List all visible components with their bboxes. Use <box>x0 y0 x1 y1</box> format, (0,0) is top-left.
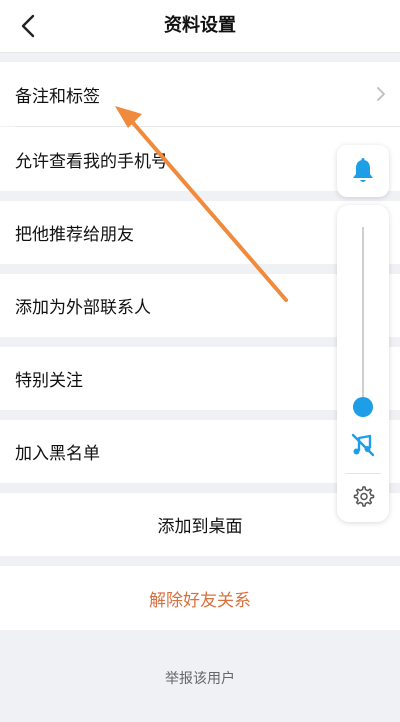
chevron-right-icon <box>377 87 385 101</box>
music-off-icon[interactable] <box>349 431 377 459</box>
volume-panel-divider <box>345 473 381 474</box>
row-label: 解除好友关系 <box>149 590 251 611</box>
row-label: 把他推荐给朋友 <box>15 225 134 245</box>
ringer-mode-button[interactable] <box>337 145 389 197</box>
row-label: 特别关注 <box>15 371 83 391</box>
report-user-link[interactable]: 举报该用户 <box>0 659 400 699</box>
volume-panel <box>337 205 389 522</box>
row-label: 添加到桌面 <box>157 517 243 537</box>
remove-friend-button[interactable]: 解除好友关系 <box>0 566 400 630</box>
volume-slider-thumb[interactable] <box>353 396 373 417</box>
top-bar: 资料设置 <box>0 0 400 53</box>
page-title: 资料设置 <box>164 15 236 36</box>
volume-slider[interactable] <box>362 227 364 416</box>
row-label: 加入黑名单 <box>15 444 100 464</box>
remark-and-tags-row[interactable]: 备注和标签 <box>0 62 400 126</box>
row-label: 备注和标签 <box>15 86 100 107</box>
bell-icon <box>353 158 373 182</box>
gear-icon[interactable] <box>351 485 375 509</box>
row-label: 添加为外部联系人 <box>15 298 151 318</box>
row-label: 允许查看我的手机号 <box>15 151 168 172</box>
